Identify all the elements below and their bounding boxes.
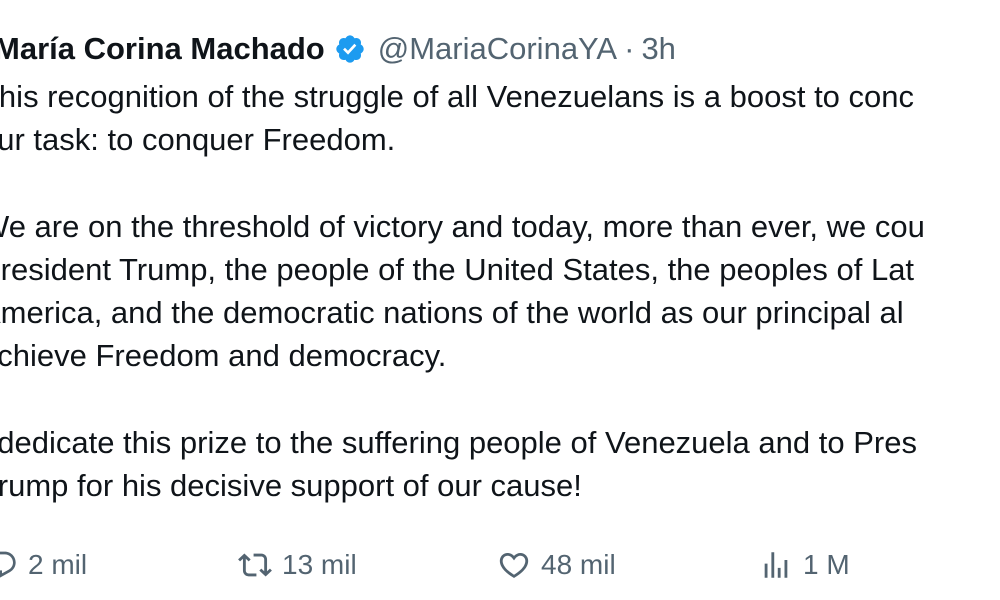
tweet-text-line: our task: to conquer Freedom. [0,122,396,157]
views-count: 1 M [803,549,850,580]
author-display-name[interactable]: María Corina Machado [0,31,325,67]
reply-count: 2 mil [28,549,88,580]
repost-count: 13 mil [282,549,357,580]
views-icon [759,548,793,582]
repost-icon [238,548,272,582]
reply-icon [0,549,18,581]
tweet-text-line: This recognition of the struggle of all … [0,79,915,114]
tweet-paragraph: This recognition of the struggle of all … [0,75,1000,161]
like-count: 48 mil [541,549,616,580]
like-button[interactable]: 48 mil [497,545,616,585]
views-button[interactable]: 1 M [759,545,850,585]
repost-button[interactable]: 13 mil [238,545,357,585]
tweet-timestamp[interactable]: 3h [641,31,675,67]
separator-dot: · [624,31,635,66]
tweet-paragraph: We are on the threshold of victory and t… [0,205,1000,377]
tweet-text-line: America, and the democratic nations of t… [0,295,904,330]
heart-icon [497,548,531,582]
reply-button[interactable]: 2 mil [0,545,87,585]
author-handle[interactable]: @MariaCorinaYA [378,31,617,67]
verified-badge-icon [334,33,366,65]
tweet-text-line: Trump for his decisive support of our ca… [0,468,582,503]
tweet[interactable]: María Corina Machado @MariaCorinaYA · 3h… [0,0,1000,600]
tweet-text-line: achieve Freedom and democracy. [0,338,447,373]
tweet-paragraph: I dedicate this prize to the suffering p… [0,421,1000,507]
tweet-text-line: President Trump, the people of the Unite… [0,252,915,287]
tweet-text: This recognition of the struggle of all … [0,75,1000,551]
tweet-header: María Corina Machado @MariaCorinaYA · 3h [0,26,676,72]
tweet-text-line: We are on the threshold of victory and t… [0,209,925,244]
tweet-action-bar: 2 mil 13 mil 48 mil 1 M [0,545,1000,585]
tweet-text-line: I dedicate this prize to the suffering p… [0,425,917,460]
